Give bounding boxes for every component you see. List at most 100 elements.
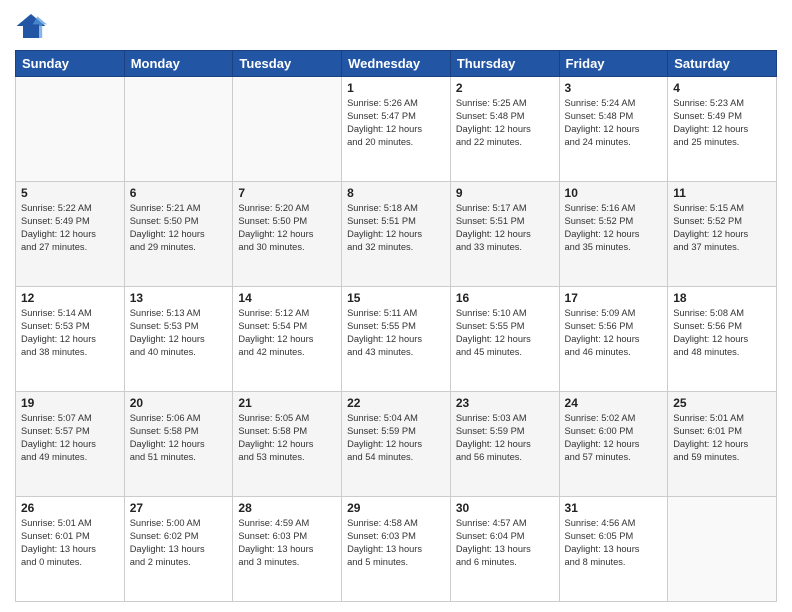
day-number: 30 — [456, 501, 554, 515]
day-info: Sunrise: 5:11 AM Sunset: 5:55 PM Dayligh… — [347, 307, 445, 359]
day-info: Sunrise: 5:07 AM Sunset: 5:57 PM Dayligh… — [21, 412, 119, 464]
day-number: 12 — [21, 291, 119, 305]
week-row-2: 5 Sunrise: 5:22 AM Sunset: 5:49 PM Daylig… — [16, 182, 777, 287]
day-info: Sunrise: 5:01 AM Sunset: 6:01 PM Dayligh… — [21, 517, 119, 569]
page: SundayMondayTuesdayWednesdayThursdayFrid… — [0, 0, 792, 612]
logo-icon — [15, 10, 47, 42]
day-number: 24 — [565, 396, 663, 410]
calendar-cell: 15Sunrise: 5:11 AM Sunset: 5:55 PM Dayli… — [342, 287, 451, 392]
calendar-cell: 24 Sunrise: 5:02 AM Sunset: 6:00 PM Dayli… — [559, 392, 668, 497]
calendar-cell: 7 Sunrise: 5:20 AM Sunset: 5:50 PM Daylig… — [233, 182, 342, 287]
day-info: Sunrise: 5:20 AM Sunset: 5:50 PM Dayligh… — [238, 202, 336, 254]
day-number: 18 — [673, 291, 771, 305]
day-info: Sunrise: 5:25 AM Sunset: 5:48 PM Dayligh… — [456, 97, 554, 149]
weekday-header-sunday: Sunday — [16, 51, 125, 77]
day-info: Sunrise: 5:00 AM Sunset: 6:02 PM Dayligh… — [130, 517, 228, 569]
calendar-cell: 25Sunrise: 5:01 AM Sunset: 6:01 PM Dayli… — [668, 392, 777, 497]
weekday-header-thursday: Thursday — [450, 51, 559, 77]
day-info: Sunrise: 5:08 AM Sunset: 5:56 PM Dayligh… — [673, 307, 771, 359]
day-number: 4 — [673, 81, 771, 95]
calendar-cell: 10 Sunrise: 5:16 AM Sunset: 5:52 PM Dayli… — [559, 182, 668, 287]
calendar-cell: 9Sunrise: 5:17 AM Sunset: 5:51 PM Daylig… — [450, 182, 559, 287]
day-info: Sunrise: 5:06 AM Sunset: 5:58 PM Dayligh… — [130, 412, 228, 464]
calendar-cell: 31Sunrise: 4:56 AM Sunset: 6:05 PM Dayli… — [559, 497, 668, 602]
calendar-cell: 19 Sunrise: 5:07 AM Sunset: 5:57 PM Dayli… — [16, 392, 125, 497]
day-number: 17 — [565, 291, 663, 305]
day-info: Sunrise: 5:23 AM Sunset: 5:49 PM Dayligh… — [673, 97, 771, 149]
day-number: 8 — [347, 186, 445, 200]
week-row-1: 1 Sunrise: 5:26 AM Sunset: 5:47 PM Daylig… — [16, 77, 777, 182]
day-number: 25 — [673, 396, 771, 410]
calendar-cell — [124, 77, 233, 182]
day-number: 6 — [130, 186, 228, 200]
day-info: Sunrise: 5:12 AM Sunset: 5:54 PM Dayligh… — [238, 307, 336, 359]
day-info: Sunrise: 5:02 AM Sunset: 6:00 PM Dayligh… — [565, 412, 663, 464]
calendar-cell: 18 Sunrise: 5:08 AM Sunset: 5:56 PM Dayli… — [668, 287, 777, 392]
day-info: Sunrise: 4:56 AM Sunset: 6:05 PM Dayligh… — [565, 517, 663, 569]
calendar-cell: 6Sunrise: 5:21 AM Sunset: 5:50 PM Daylig… — [124, 182, 233, 287]
day-number: 16 — [456, 291, 554, 305]
day-number: 5 — [21, 186, 119, 200]
calendar-cell: 16Sunrise: 5:10 AM Sunset: 5:55 PM Dayli… — [450, 287, 559, 392]
header — [15, 10, 777, 42]
day-info: Sunrise: 4:58 AM Sunset: 6:03 PM Dayligh… — [347, 517, 445, 569]
day-info: Sunrise: 5:24 AM Sunset: 5:48 PM Dayligh… — [565, 97, 663, 149]
calendar-cell: 2 Sunrise: 5:25 AM Sunset: 5:48 PM Daylig… — [450, 77, 559, 182]
calendar-cell: 12Sunrise: 5:14 AM Sunset: 5:53 PM Dayli… — [16, 287, 125, 392]
day-info: Sunrise: 5:05 AM Sunset: 5:58 PM Dayligh… — [238, 412, 336, 464]
calendar-cell: 28 Sunrise: 4:59 AM Sunset: 6:03 PM Dayli… — [233, 497, 342, 602]
day-number: 2 — [456, 81, 554, 95]
calendar-cell — [16, 77, 125, 182]
day-info: Sunrise: 5:22 AM Sunset: 5:49 PM Dayligh… — [21, 202, 119, 254]
calendar-cell: 4 Sunrise: 5:23 AM Sunset: 5:49 PM Daylig… — [668, 77, 777, 182]
calendar-cell: 3 Sunrise: 5:24 AM Sunset: 5:48 PM Daylig… — [559, 77, 668, 182]
day-info: Sunrise: 5:15 AM Sunset: 5:52 PM Dayligh… — [673, 202, 771, 254]
day-number: 29 — [347, 501, 445, 515]
calendar-cell — [233, 77, 342, 182]
calendar-cell: 11Sunrise: 5:15 AM Sunset: 5:52 PM Dayli… — [668, 182, 777, 287]
day-number: 27 — [130, 501, 228, 515]
day-number: 10 — [565, 186, 663, 200]
day-info: Sunrise: 4:59 AM Sunset: 6:03 PM Dayligh… — [238, 517, 336, 569]
week-row-4: 19 Sunrise: 5:07 AM Sunset: 5:57 PM Dayli… — [16, 392, 777, 497]
calendar-cell: 14Sunrise: 5:12 AM Sunset: 5:54 PM Dayli… — [233, 287, 342, 392]
calendar-cell: 5 Sunrise: 5:22 AM Sunset: 5:49 PM Daylig… — [16, 182, 125, 287]
calendar-cell: 17 Sunrise: 5:09 AM Sunset: 5:56 PM Dayli… — [559, 287, 668, 392]
day-number: 22 — [347, 396, 445, 410]
day-info: Sunrise: 5:09 AM Sunset: 5:56 PM Dayligh… — [565, 307, 663, 359]
day-info: Sunrise: 5:17 AM Sunset: 5:51 PM Dayligh… — [456, 202, 554, 254]
calendar-cell: 29 Sunrise: 4:58 AM Sunset: 6:03 PM Dayli… — [342, 497, 451, 602]
weekday-header-friday: Friday — [559, 51, 668, 77]
week-row-3: 12Sunrise: 5:14 AM Sunset: 5:53 PM Dayli… — [16, 287, 777, 392]
day-info: Sunrise: 5:16 AM Sunset: 5:52 PM Dayligh… — [565, 202, 663, 254]
calendar-cell: 1 Sunrise: 5:26 AM Sunset: 5:47 PM Daylig… — [342, 77, 451, 182]
calendar-cell: 20 Sunrise: 5:06 AM Sunset: 5:58 PM Dayli… — [124, 392, 233, 497]
calendar-cell: 27 Sunrise: 5:00 AM Sunset: 6:02 PM Dayli… — [124, 497, 233, 602]
weekday-header-tuesday: Tuesday — [233, 51, 342, 77]
day-info: Sunrise: 5:26 AM Sunset: 5:47 PM Dayligh… — [347, 97, 445, 149]
day-info: Sunrise: 4:57 AM Sunset: 6:04 PM Dayligh… — [456, 517, 554, 569]
day-number: 28 — [238, 501, 336, 515]
calendar-table: SundayMondayTuesdayWednesdayThursdayFrid… — [15, 50, 777, 602]
calendar-cell: 30 Sunrise: 4:57 AM Sunset: 6:04 PM Dayli… — [450, 497, 559, 602]
logo — [15, 10, 51, 42]
day-info: Sunrise: 5:04 AM Sunset: 5:59 PM Dayligh… — [347, 412, 445, 464]
weekday-header-saturday: Saturday — [668, 51, 777, 77]
day-number: 7 — [238, 186, 336, 200]
day-number: 13 — [130, 291, 228, 305]
day-number: 20 — [130, 396, 228, 410]
day-number: 26 — [21, 501, 119, 515]
calendar-cell: 21 Sunrise: 5:05 AM Sunset: 5:58 PM Dayli… — [233, 392, 342, 497]
calendar-cell: 22 Sunrise: 5:04 AM Sunset: 5:59 PM Dayli… — [342, 392, 451, 497]
day-info: Sunrise: 5:03 AM Sunset: 5:59 PM Dayligh… — [456, 412, 554, 464]
day-info: Sunrise: 5:18 AM Sunset: 5:51 PM Dayligh… — [347, 202, 445, 254]
day-number: 3 — [565, 81, 663, 95]
day-number: 19 — [21, 396, 119, 410]
calendar-cell: 13Sunrise: 5:13 AM Sunset: 5:53 PM Dayli… — [124, 287, 233, 392]
weekday-header-monday: Monday — [124, 51, 233, 77]
calendar-cell: 26 Sunrise: 5:01 AM Sunset: 6:01 PM Dayli… — [16, 497, 125, 602]
day-number: 21 — [238, 396, 336, 410]
calendar-cell: 23Sunrise: 5:03 AM Sunset: 5:59 PM Dayli… — [450, 392, 559, 497]
day-number: 1 — [347, 81, 445, 95]
calendar-cell: 8 Sunrise: 5:18 AM Sunset: 5:51 PM Daylig… — [342, 182, 451, 287]
